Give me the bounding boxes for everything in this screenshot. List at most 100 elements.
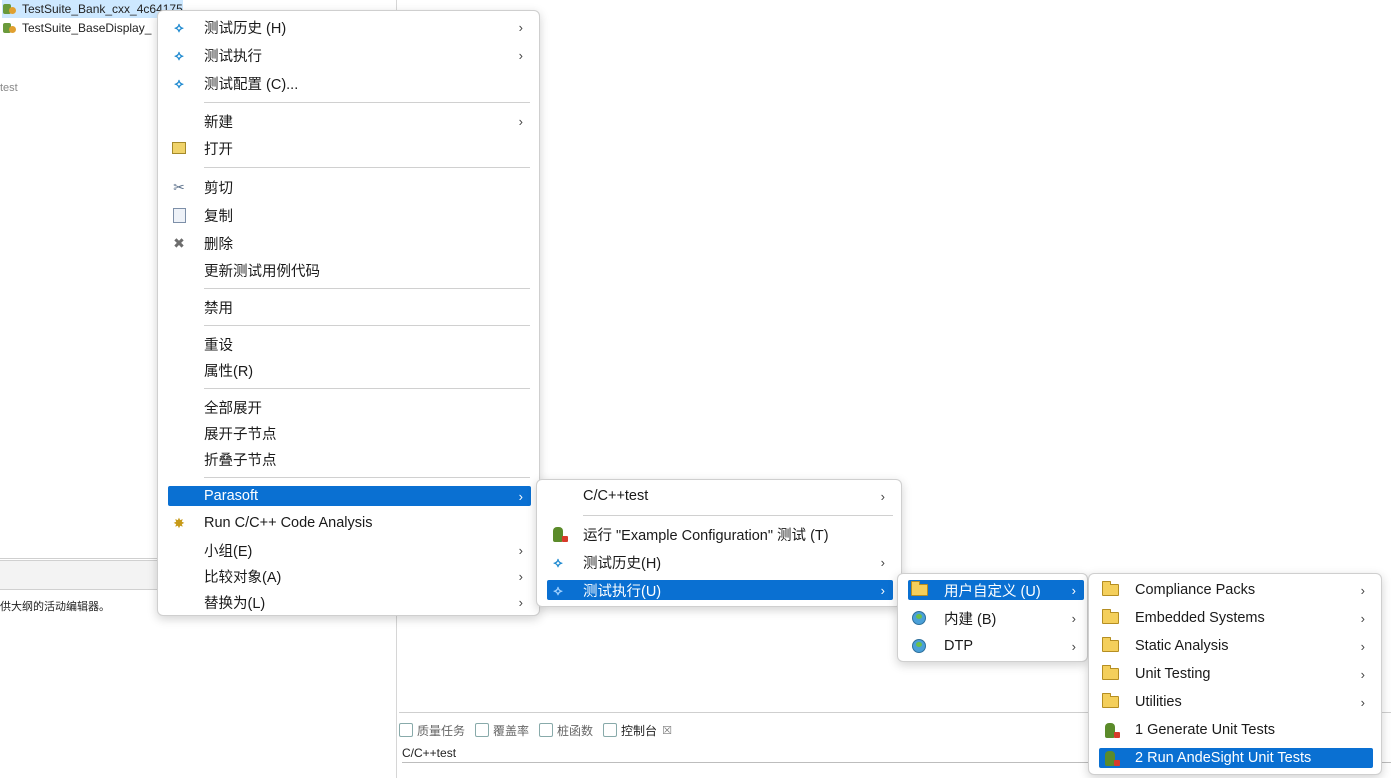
menu-item-replace-with[interactable]: 替换为(L) › [168, 592, 531, 612]
menu-item-test-run-u[interactable]: ⟡ 测试执行(U) › [547, 580, 893, 600]
menu-separator [583, 515, 893, 516]
menu-item-copy[interactable]: 复制 [168, 205, 531, 225]
run-test-icon [1101, 749, 1120, 767]
chevron-right-icon: › [518, 568, 523, 584]
chevron-right-icon: › [1071, 610, 1076, 626]
console-icon [603, 723, 618, 737]
console-tab-bar: 质量任务 覆盖率 桩函数 控制台 ☒ [399, 718, 682, 742]
stubs-icon [539, 723, 554, 737]
chevron-right-icon: › [1360, 582, 1365, 598]
menu-item-compliance-packs[interactable]: Compliance Packs › [1099, 580, 1373, 600]
chevron-right-icon: › [1071, 582, 1076, 598]
folder-icon [1101, 665, 1119, 683]
builtin-icon [910, 609, 928, 627]
menu-item-disable[interactable]: 禁用 [168, 297, 531, 317]
menu-item-delete[interactable]: ✖ 删除 [168, 233, 531, 253]
coverage-icon [475, 723, 490, 737]
menu-item-user-defined[interactable]: 用户自定义 (U) › [908, 580, 1084, 600]
menu-separator [204, 167, 530, 168]
code-analysis-icon: ✸ [173, 514, 185, 531]
menu-item-test-history-h[interactable]: ⟡ 测试历史(H) › [547, 552, 893, 572]
menu-item-cpptest[interactable]: C/C++test › [547, 486, 893, 506]
cut-icon: ✂ [173, 178, 185, 195]
copy-icon [170, 206, 188, 224]
menu-item-collapse-children[interactable]: 折叠子节点 [168, 449, 531, 469]
folder-icon [1101, 693, 1119, 711]
test-run-icon: ⟡ [553, 581, 563, 598]
menu-item-team[interactable]: 小组(E) › [168, 540, 531, 560]
tasks-icon [399, 723, 413, 737]
test-history-icon: ⟡ [174, 18, 184, 35]
menu-item-builtin[interactable]: 内建 (B) › [908, 608, 1084, 628]
menu-item-reset[interactable]: 重设 [168, 334, 531, 354]
chevron-right-icon: › [880, 582, 885, 598]
tree-item-testsuite-bank[interactable]: TestSuite_Bank_cxx_4c64175 [2, 0, 183, 18]
menu-item-update-test-code[interactable]: 更新测试用例代码 [168, 260, 531, 280]
menu-item-embedded-systems[interactable]: Embedded Systems › [1099, 608, 1373, 628]
parasoft-submenu: C/C++test › 运行 "Example Configuration" 测… [536, 479, 902, 607]
menu-item-compare-with[interactable]: 比较对象(A) › [168, 566, 531, 586]
menu-separator [204, 102, 530, 103]
menu-item-properties[interactable]: 属性(R) [168, 360, 531, 380]
menu-separator [204, 388, 530, 389]
dtp-icon [910, 637, 928, 655]
chevron-right-icon: › [518, 19, 523, 35]
run-test-icon [1101, 721, 1120, 739]
tab-coverage[interactable]: 覆盖率 [475, 722, 529, 739]
menu-item-run-example-config[interactable]: 运行 "Example Configuration" 测试 (T) [547, 524, 893, 544]
chevron-right-icon: › [880, 488, 885, 504]
menu-item-open[interactable]: 打开 [168, 138, 531, 158]
console-output: C/C++test [402, 746, 457, 760]
chevron-right-icon: › [518, 594, 523, 610]
menu-item-run-code-analysis[interactable]: ✸ Run C/C++ Code Analysis [168, 513, 531, 533]
run-test-icon [549, 525, 568, 543]
delete-icon: ✖ [173, 234, 185, 251]
tab-stubs[interactable]: 桩函数 [539, 722, 593, 739]
close-icon[interactable]: ☒ [662, 724, 672, 737]
chevron-right-icon: › [518, 488, 523, 504]
folder-icon [1101, 581, 1119, 599]
menu-item-static-analysis[interactable]: Static Analysis › [1099, 636, 1373, 656]
tab-console[interactable]: 控制台 ☒ [603, 722, 672, 739]
test-suite-icon [2, 21, 18, 35]
menu-separator [204, 477, 530, 478]
menu-item-test-config[interactable]: ⟡ 测试配置 (C)... [168, 73, 531, 93]
folder-icon [1101, 637, 1119, 655]
chevron-right-icon: › [1360, 694, 1365, 710]
test-config-icon: ⟡ [174, 74, 184, 91]
menu-separator [204, 325, 530, 326]
menu-item-cut[interactable]: ✂ 剪切 [168, 177, 531, 197]
test-suite-icon [2, 2, 18, 16]
test-execution-submenu: 用户自定义 (U) › 内建 (B) › DTP › [897, 573, 1088, 662]
chevron-right-icon: › [518, 47, 523, 63]
menu-item-generate-unit-tests[interactable]: 1 Generate Unit Tests [1099, 720, 1373, 740]
user-defined-submenu: Compliance Packs › Embedded Systems › St… [1088, 573, 1382, 775]
open-icon [170, 139, 188, 157]
menu-item-parasoft[interactable]: Parasoft › [168, 486, 531, 506]
menu-item-run-andesight-unit-tests[interactable]: 2 Run AndeSight Unit Tests [1099, 748, 1373, 768]
menu-item-expand-all[interactable]: 全部展开 [168, 397, 531, 417]
menu-item-unit-testing[interactable]: Unit Testing › [1099, 664, 1373, 684]
outline-message: 供大纲的活动编辑器。 [0, 601, 110, 613]
chevron-right-icon: › [1360, 610, 1365, 626]
test-history-icon: ⟡ [553, 553, 563, 570]
tree-item-testsuite-basedisplay[interactable]: TestSuite_BaseDisplay_ [2, 19, 151, 37]
chevron-right-icon: › [1360, 638, 1365, 654]
tab-quality-tasks[interactable]: 质量任务 [399, 722, 465, 739]
menu-item-utilities[interactable]: Utilities › [1099, 692, 1373, 712]
menu-item-expand-children[interactable]: 展开子节点 [168, 423, 531, 443]
menu-item-dtp[interactable]: DTP › [908, 636, 1084, 656]
menu-item-new[interactable]: 新建 › [168, 111, 531, 131]
chevron-right-icon: › [1360, 666, 1365, 682]
menu-separator [204, 288, 530, 289]
menu-item-test-run[interactable]: ⟡ 测试执行 › [168, 45, 531, 65]
folder-icon [1101, 609, 1119, 627]
chevron-right-icon: › [518, 542, 523, 558]
test-run-icon: ⟡ [174, 46, 184, 63]
chevron-right-icon: › [880, 554, 885, 570]
tree-item-label: TestSuite_BaseDisplay_ [22, 21, 152, 35]
menu-item-test-history[interactable]: ⟡ 测试历史 (H) › [168, 17, 531, 37]
chevron-right-icon: › [518, 113, 523, 129]
faint-label: test [0, 82, 18, 94]
folder-icon [910, 581, 928, 599]
